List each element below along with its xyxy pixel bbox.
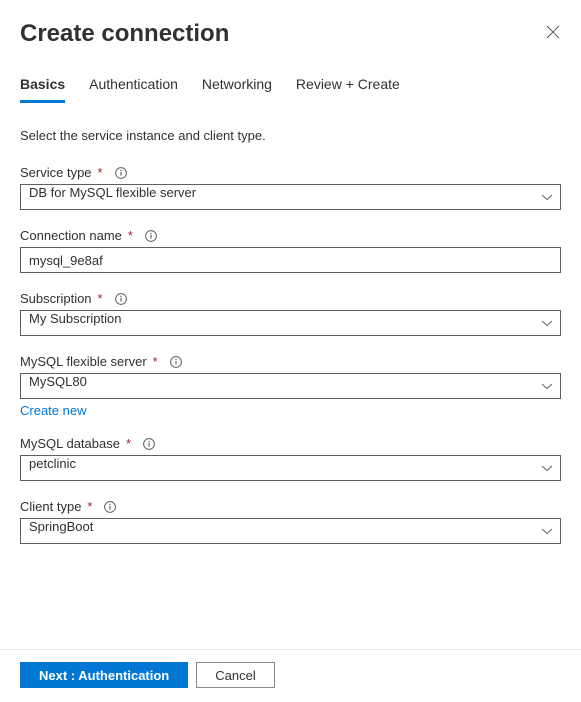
cancel-button[interactable]: Cancel [196, 662, 274, 688]
dialog-footer: Next : Authentication Cancel [0, 649, 581, 702]
info-icon[interactable] [143, 438, 155, 450]
subscription-label: Subscription [20, 291, 92, 306]
info-icon[interactable] [145, 230, 157, 242]
connection-name-input[interactable] [20, 247, 561, 273]
required-indicator: * [126, 436, 131, 451]
tab-bar: Basics Authentication Networking Review … [20, 76, 561, 104]
mysql-server-label: MySQL flexible server [20, 354, 147, 369]
required-indicator: * [153, 354, 158, 369]
create-new-link[interactable]: Create new [20, 403, 86, 418]
required-indicator: * [98, 165, 103, 180]
subscription-select[interactable]: My Subscription [20, 310, 561, 336]
instruction-text: Select the service instance and client t… [20, 128, 561, 143]
service-type-select[interactable]: DB for MySQL flexible server [20, 184, 561, 210]
connection-name-group: Connection name * [20, 228, 561, 273]
service-type-group: Service type * DB for MySQL flexible ser… [20, 165, 561, 210]
info-icon[interactable] [170, 356, 182, 368]
info-icon[interactable] [115, 167, 127, 179]
client-type-select[interactable]: SpringBoot [20, 518, 561, 544]
dialog-header: Create connection [20, 20, 561, 48]
connection-name-label: Connection name [20, 228, 122, 243]
required-indicator: * [128, 228, 133, 243]
tab-review-create[interactable]: Review + Create [296, 76, 400, 103]
next-button[interactable]: Next : Authentication [20, 662, 188, 688]
subscription-group: Subscription * My Subscription [20, 291, 561, 336]
mysql-database-group: MySQL database * petclinic [20, 436, 561, 481]
mysql-database-label: MySQL database [20, 436, 120, 451]
mysql-server-group: MySQL flexible server * MySQL80 Create n… [20, 354, 561, 418]
tab-authentication[interactable]: Authentication [89, 76, 178, 103]
mysql-server-select[interactable]: MySQL80 [20, 373, 561, 399]
close-button[interactable] [545, 24, 561, 40]
required-indicator: * [87, 499, 92, 514]
tab-basics[interactable]: Basics [20, 76, 65, 103]
client-type-group: Client type * SpringBoot [20, 499, 561, 544]
page-title: Create connection [20, 20, 229, 48]
required-indicator: * [98, 291, 103, 306]
client-type-label: Client type [20, 499, 81, 514]
info-icon[interactable] [115, 293, 127, 305]
info-icon[interactable] [104, 501, 116, 513]
mysql-database-select[interactable]: petclinic [20, 455, 561, 481]
service-type-label: Service type [20, 165, 92, 180]
close-icon [546, 25, 560, 39]
tab-networking[interactable]: Networking [202, 76, 272, 103]
